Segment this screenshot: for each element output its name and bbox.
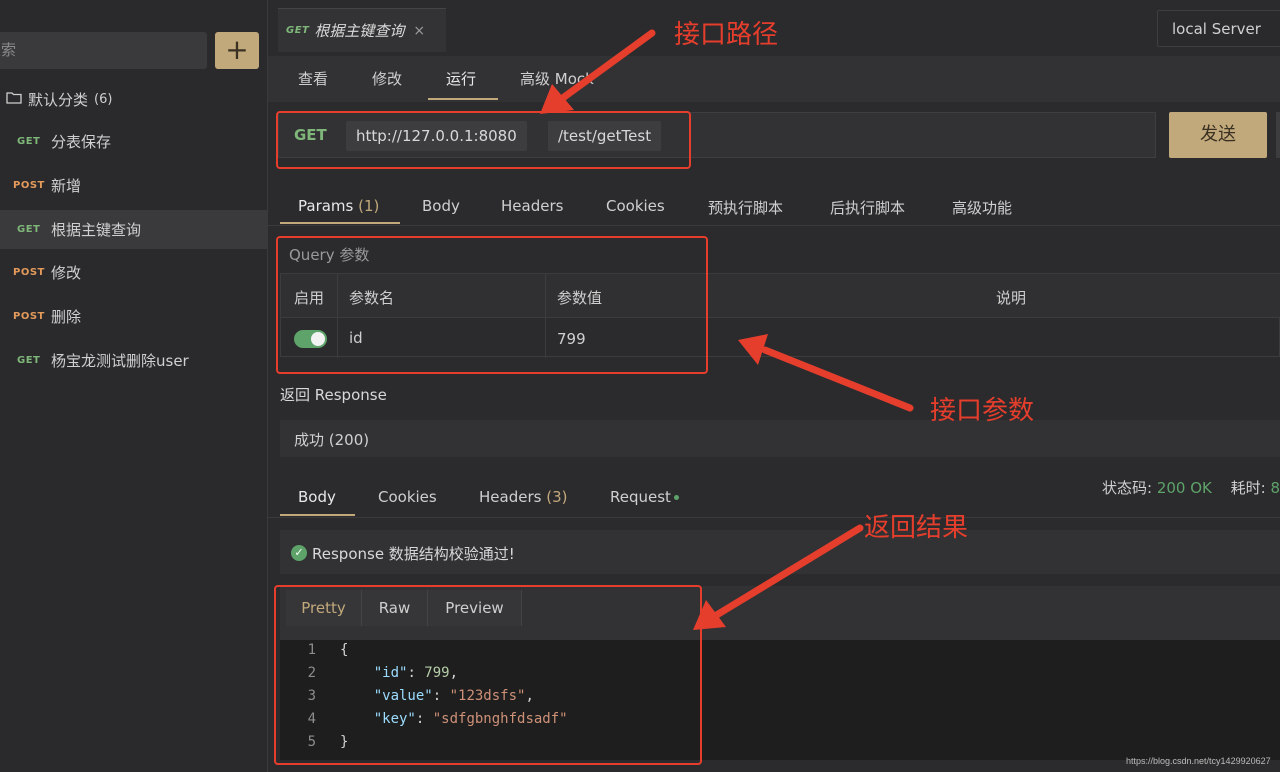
tab-post-script[interactable]: 后执行脚本 xyxy=(830,197,905,218)
response-meta: 状态码: 200 OK 耗时: 8 xyxy=(1102,477,1280,498)
status-code-value: 200 OK xyxy=(1156,479,1212,497)
validation-message: Response 数据结构校验通过! xyxy=(312,545,515,563)
annotation-params-label: 接口参数 xyxy=(930,396,1035,426)
sidebar-item-label: 新增 xyxy=(51,177,82,195)
sidebar-item-label: 杨宝龙测试删除user xyxy=(51,352,189,370)
tab-edit[interactable]: 修改 xyxy=(372,68,402,89)
sidebar-item-delete-user-test[interactable]: GET 杨宝龙测试删除user xyxy=(0,341,267,380)
tab-headers[interactable]: Headers xyxy=(501,197,563,215)
sidebar-item-update[interactable]: POST 修改 xyxy=(0,253,267,292)
sidebar-item-label: 删除 xyxy=(51,308,82,326)
request-tabs: Params (1) Body Headers Cookies 预执行脚本 后执… xyxy=(268,184,1280,226)
sidebar-item-label: 根据主键查询 xyxy=(51,221,142,239)
active-tab-indicator xyxy=(280,222,400,224)
folder-label: 默认分类 xyxy=(28,90,89,109)
tab-headers-label: Headers xyxy=(479,488,542,506)
tab-method: GET xyxy=(286,25,310,36)
tab-advanced[interactable]: 高级功能 xyxy=(952,197,1012,218)
tab-query-by-key[interactable]: GET 根据主键查询 × xyxy=(278,8,446,52)
tab-headers-count: (3) xyxy=(546,488,568,506)
environment-select[interactable]: local Server xyxy=(1157,10,1280,47)
tab-params[interactable]: Params (1) xyxy=(298,197,379,215)
status-dot xyxy=(673,495,679,500)
active-tab-indicator xyxy=(428,98,498,100)
annotation-box-result xyxy=(274,585,702,765)
method-badge: GET xyxy=(17,136,41,147)
tab-title: 根据主键查询 xyxy=(314,22,405,40)
tab-pre-script[interactable]: 预执行脚本 xyxy=(708,197,783,218)
tab-advanced-mock[interactable]: 高级 Mock xyxy=(520,68,594,89)
tab-view[interactable]: 查看 xyxy=(298,68,328,89)
check-circle-icon: ✓ xyxy=(291,545,307,561)
tab-response-body[interactable]: Body xyxy=(298,488,336,506)
tab-request-label: Request xyxy=(610,488,671,506)
add-button[interactable]: + xyxy=(215,32,259,69)
sidebar-item-label: 分表保存 xyxy=(51,133,112,151)
method-badge: GET xyxy=(17,224,41,235)
method-badge: GET xyxy=(17,355,41,366)
sidebar-item-delete[interactable]: POST 删除 xyxy=(0,297,267,336)
folder-count: (6) xyxy=(94,91,113,107)
time-label: 耗时: xyxy=(1230,479,1266,497)
sidebar-item-add[interactable]: POST 新增 xyxy=(0,166,267,205)
tab-response-headers[interactable]: Headers (3) xyxy=(479,488,567,506)
sidebar-item-save[interactable]: GET 分表保存 xyxy=(0,122,267,161)
send-button[interactable]: 发送 xyxy=(1169,112,1267,158)
response-title: 返回 Response xyxy=(280,386,387,404)
folder-icon xyxy=(6,90,22,108)
view-tabs: 查看 修改 运行 高级 Mock xyxy=(268,56,1280,102)
sidebar: 搜索 + 默认分类 (6) GET 分表保存 POST 新增 GET 根据主键查… xyxy=(0,0,268,772)
annotation-result-label: 返回结果 xyxy=(864,513,969,543)
method-badge: POST xyxy=(13,267,45,278)
response-status: 成功 (200) xyxy=(294,431,370,449)
tab-response-request[interactable]: Request xyxy=(610,488,679,506)
tab-params-label: Params xyxy=(298,197,354,215)
tab-response-cookies[interactable]: Cookies xyxy=(378,488,437,506)
sidebar-item-label: 修改 xyxy=(51,264,82,282)
tab-body[interactable]: Body xyxy=(422,197,460,215)
search-placeholder: 搜索 xyxy=(0,41,17,59)
active-tab-indicator xyxy=(280,514,355,516)
tab-cookies[interactable]: Cookies xyxy=(606,197,665,215)
annotation-box-params xyxy=(276,236,708,374)
response-status-bar[interactable]: 成功 (200) xyxy=(280,420,1280,457)
tab-run[interactable]: 运行 xyxy=(446,68,476,89)
search-input[interactable]: 搜索 xyxy=(0,32,207,69)
watermark: https://blog.csdn.net/tcy1429920627 xyxy=(1126,756,1271,766)
validation-bar: ✓ Response 数据结构校验通过! xyxy=(280,530,1280,574)
method-badge: POST xyxy=(13,180,45,191)
close-icon[interactable]: × xyxy=(413,23,425,39)
tab-params-count: (1) xyxy=(358,197,380,215)
folder-default[interactable]: 默认分类 (6) xyxy=(6,88,112,110)
send-dropdown-edge[interactable] xyxy=(1276,112,1280,158)
annotation-box-path xyxy=(276,111,691,169)
sidebar-item-query-by-key[interactable]: GET 根据主键查询 xyxy=(0,210,267,249)
annotation-path-label: 接口路径 xyxy=(674,20,779,50)
method-badge: POST xyxy=(13,311,45,322)
col-description: 说明 xyxy=(996,289,1027,307)
status-code-label: 状态码: xyxy=(1102,479,1153,497)
time-value: 8 xyxy=(1270,479,1280,497)
